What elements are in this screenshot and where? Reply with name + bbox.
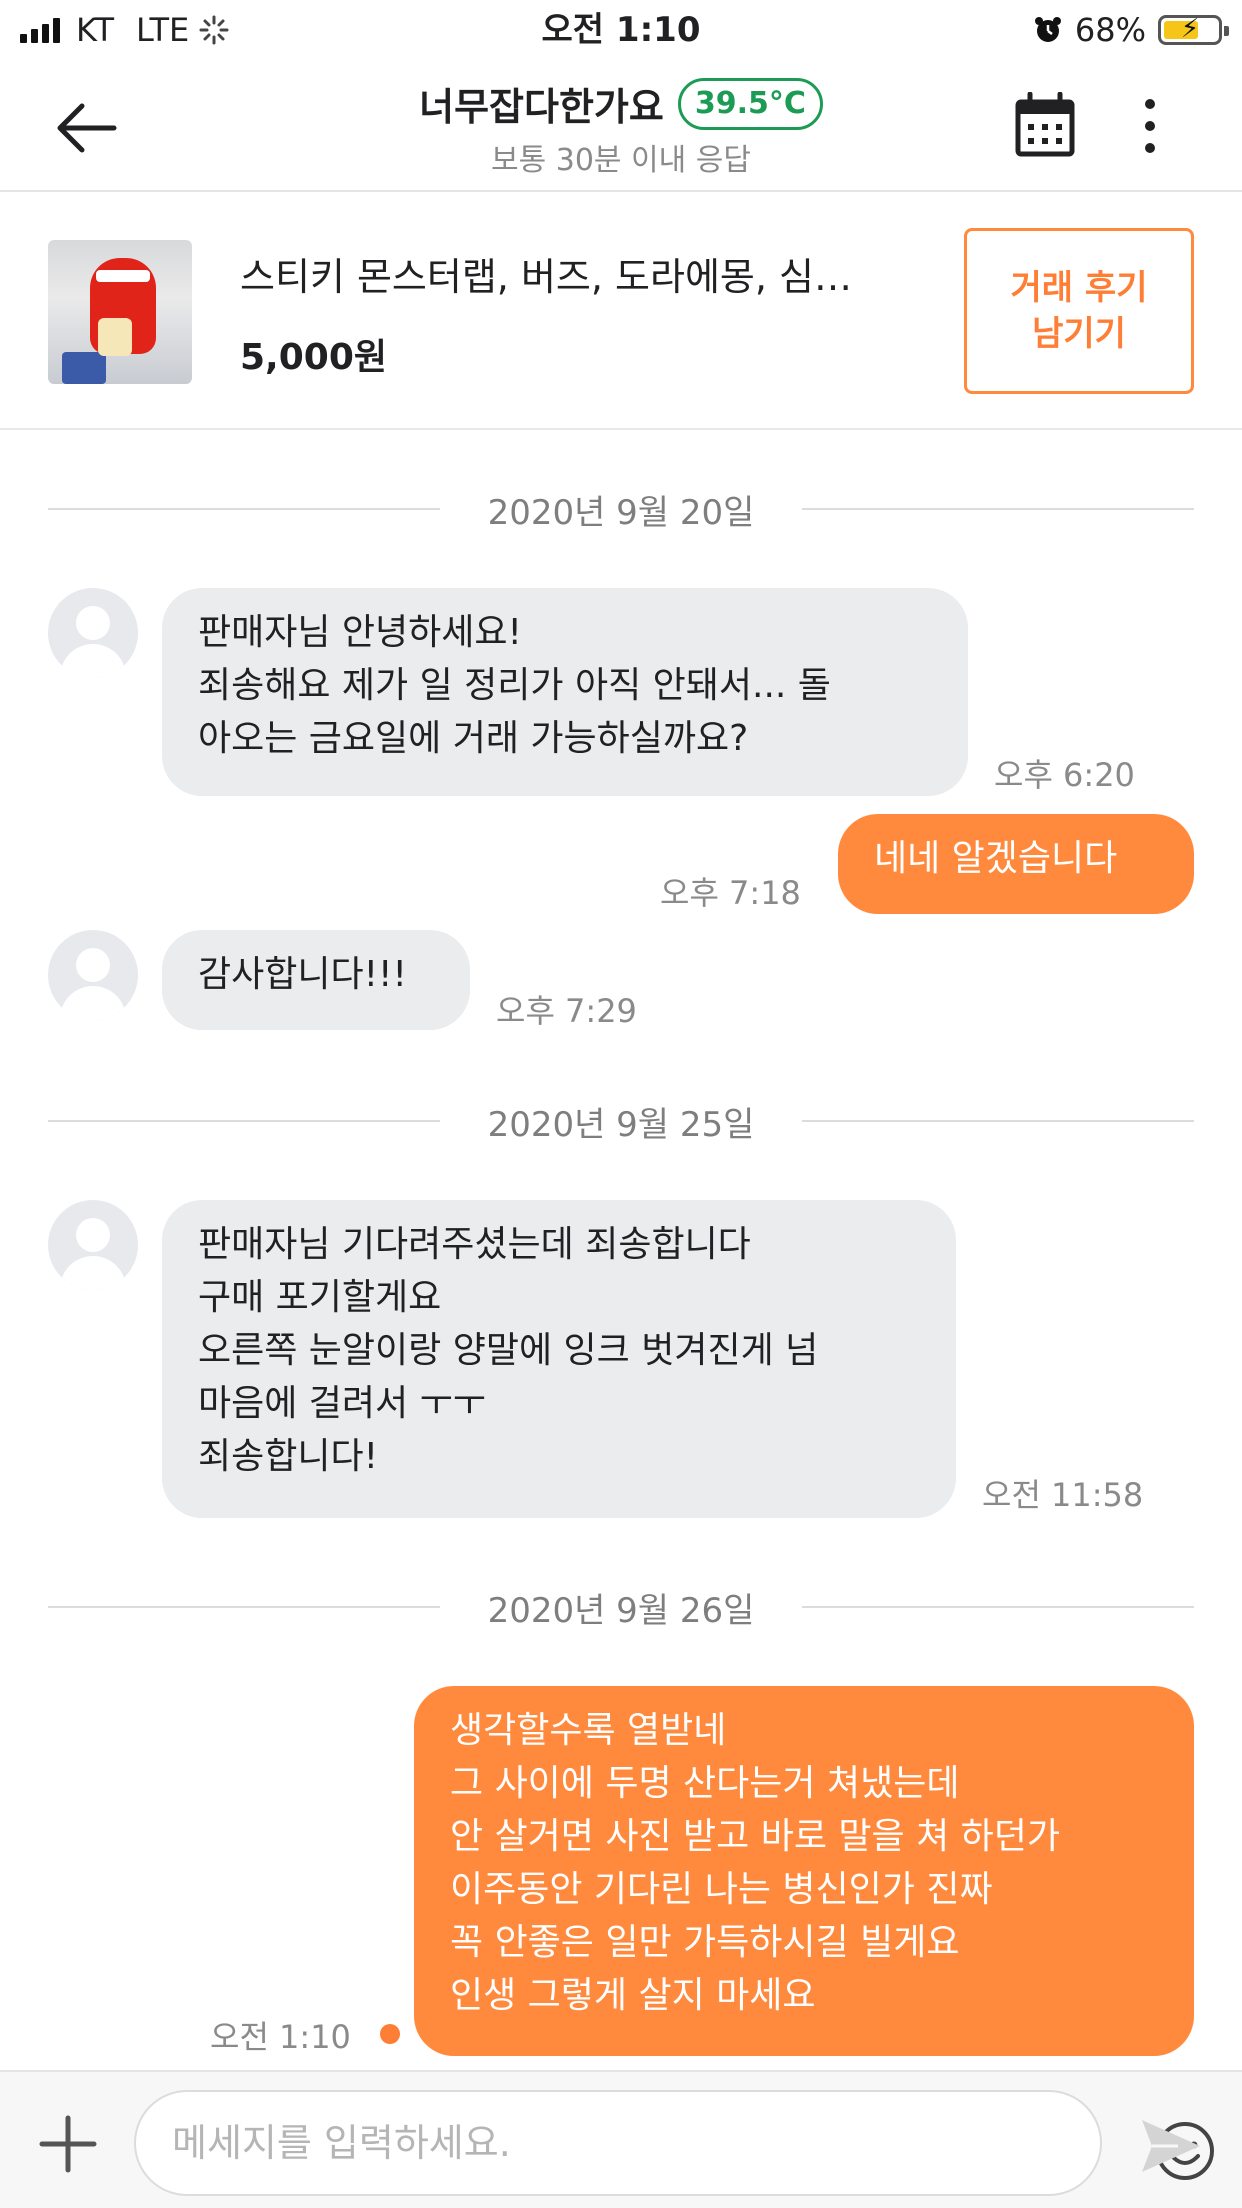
date-label: 2020년 9월 20일 xyxy=(487,492,755,533)
incoming-message-bubble[interactable]: 판매자님 기다려주셨는데 죄송합니다 구매 포기할게요 오른쪽 눈알이랑 양말에… xyxy=(162,1200,956,1518)
plus-icon[interactable] xyxy=(38,2114,98,2174)
chat-header: 너무잡다한가요 39.5°C 보통 30분 이내 응답 xyxy=(0,62,1242,192)
leave-review-button[interactable]: 거래 후기 남기기 xyxy=(964,228,1194,394)
message-input-field[interactable] xyxy=(134,2090,1214,2196)
outgoing-message-bubble[interactable]: 생각할수록 열받네 그 사이에 두명 산다는거 쳐냈는데 안 살거면 사진 받고… xyxy=(414,1686,1194,2056)
message-timestamp: 오전 1:10 xyxy=(210,2018,351,2056)
incoming-message-bubble[interactable]: 판매자님 안녕하세요! 죄송해요 제가 일 정리가 아직 안돼서... 돌 아오… xyxy=(162,588,968,796)
message-timestamp: 오후 7:29 xyxy=(496,992,637,1030)
avatar[interactable] xyxy=(48,588,138,678)
message-timestamp: 오전 11:58 xyxy=(982,1476,1144,1514)
message-input-bar xyxy=(0,2070,1242,2208)
status-bar: KT LTE 오전 1:10 68% ⚡ xyxy=(0,0,1242,62)
send-icon[interactable] xyxy=(1138,2116,1204,2176)
date-separator: 2020년 9월 25일 xyxy=(48,1096,1195,1146)
unread-indicator xyxy=(380,2024,400,2044)
message-timestamp: 오후 7:18 xyxy=(660,874,801,912)
outgoing-message-bubble[interactable]: 네네 알겠습니다 xyxy=(838,814,1194,914)
message-timestamp: 오후 6:20 xyxy=(994,756,1135,794)
product-info-bar[interactable]: 스티키 몬스터랩, 버즈, 도라에몽, 심… 5,000원 거래 후기 남기기 xyxy=(0,192,1242,430)
manner-temperature-badge: 39.5°C xyxy=(677,77,823,130)
battery-percent: 68% xyxy=(1074,11,1146,49)
status-right-group: 68% ⚡ xyxy=(1033,10,1229,50)
date-label: 2020년 9월 25일 xyxy=(487,1104,755,1145)
date-label: 2020년 9월 26일 xyxy=(487,1590,755,1631)
alarm-icon xyxy=(1034,17,1061,42)
calendar-icon[interactable] xyxy=(1014,92,1076,158)
chat-partner-name: 너무잡다한가요 xyxy=(419,85,664,129)
review-button-label: 거래 후기 남기기 xyxy=(1010,268,1148,354)
product-price: 5,000원 xyxy=(240,337,387,378)
product-name: 스티키 몬스터랩, 버즈, 도라에몽, 심… xyxy=(240,255,852,299)
date-separator: 2020년 9월 20일 xyxy=(48,484,1195,534)
incoming-message-bubble[interactable]: 감사합니다!!! xyxy=(162,930,470,1030)
message-input[interactable] xyxy=(172,2092,1012,2194)
date-separator: 2020년 9월 26일 xyxy=(48,1582,1195,1632)
avatar[interactable] xyxy=(48,1200,138,1290)
product-thumbnail[interactable] xyxy=(48,240,192,384)
avatar[interactable] xyxy=(48,930,138,1020)
battery-icon: ⚡ xyxy=(1158,14,1229,45)
more-vertical-icon[interactable] xyxy=(1130,98,1170,154)
chat-screen: KT LTE 오전 1:10 68% ⚡ 너무잡다한가요 39.5°C 보통 3… xyxy=(0,0,1242,2208)
